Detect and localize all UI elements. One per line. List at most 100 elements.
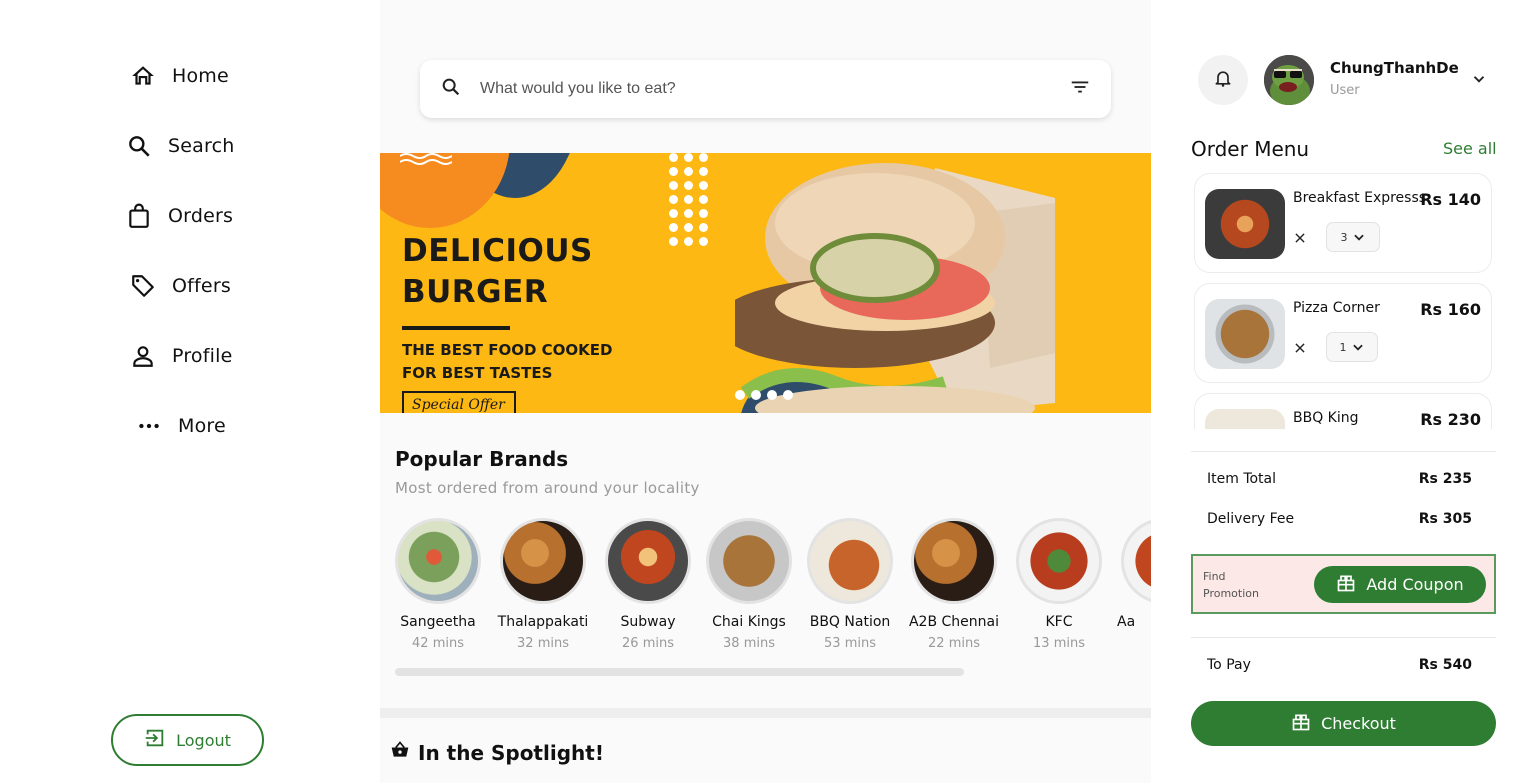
brand-image: [605, 518, 691, 604]
banner-subtitle-line: FOR BEST TASTES: [402, 364, 553, 382]
brand-image: [1016, 518, 1102, 604]
sidebar-item-search[interactable]: Search: [124, 128, 234, 164]
checkout-button[interactable]: Checkout: [1191, 701, 1496, 746]
close-icon[interactable]: [1293, 230, 1307, 249]
brand-image: [1121, 518, 1151, 604]
filter-icon[interactable]: [1069, 76, 1091, 102]
chevron-down-icon: [1353, 234, 1364, 241]
spotlight-header: In the Spotlight!: [390, 740, 604, 765]
to-pay-row: To Pay Rs 540: [1207, 657, 1472, 673]
order-item-image: [1205, 189, 1285, 259]
carousel-dot[interactable]: [751, 390, 761, 400]
banner-title-line: BURGER: [402, 274, 549, 310]
carousel-dot[interactable]: [767, 390, 777, 400]
order-item-price: Rs 230: [1420, 410, 1481, 429]
order-item-price: Rs 160: [1420, 300, 1481, 319]
brand-card[interactable]: Sangeetha 42 mins: [383, 518, 493, 651]
order-item-image: [1205, 409, 1285, 429]
brand-image: [807, 518, 893, 604]
banner-title-line: DELICIOUS: [402, 233, 593, 269]
tag-icon: [128, 271, 158, 301]
sidebar-item-label: Home: [172, 65, 229, 87]
carousel-dot[interactable]: [735, 390, 745, 400]
brand-time: 38 mins: [723, 636, 775, 651]
brand-name: Aa: [1117, 614, 1136, 630]
shopping-bag-icon: [124, 201, 154, 231]
brand-name: Sangeetha: [400, 614, 476, 630]
search-icon[interactable]: [440, 76, 462, 102]
brand-card[interactable]: Chai Kings 38 mins: [694, 518, 804, 651]
brand-card[interactable]: Subway 26 mins: [593, 518, 703, 651]
chevron-down-icon[interactable]: [1470, 70, 1488, 92]
brand-name: Subway: [620, 614, 676, 630]
brand-time: 13 mins: [1033, 636, 1085, 651]
brands-scrollbar[interactable]: [395, 668, 964, 676]
promotion-box: Find Promotion Add Coupon: [1191, 554, 1496, 614]
brand-image: [395, 518, 481, 604]
sidebar: Home Search Orders Offers Profile More L…: [0, 0, 380, 783]
brand-image: [500, 518, 586, 604]
to-pay-value: Rs 540: [1418, 657, 1472, 673]
popular-brands-subtitle: Most ordered from around your locality: [395, 479, 700, 497]
checkout-label: Checkout: [1321, 714, 1396, 733]
brand-time: 22 mins: [928, 636, 980, 651]
avatar[interactable]: [1264, 55, 1314, 105]
sidebar-item-label: Search: [168, 135, 235, 157]
order-item-name: Breakfast Expresss: [1293, 190, 1427, 206]
delivery-fee-value: Rs 305: [1418, 511, 1472, 527]
sidebar-item-label: More: [178, 415, 226, 437]
sidebar-item-label: Profile: [172, 345, 233, 367]
brand-card[interactable]: Thalappakati 32 mins: [488, 518, 598, 651]
order-item-price: Rs 140: [1420, 190, 1481, 209]
sidebar-item-orders[interactable]: Orders: [124, 198, 233, 234]
add-coupon-button[interactable]: Add Coupon: [1314, 566, 1486, 603]
person-icon: [128, 341, 158, 371]
summary-divider: [1191, 451, 1496, 452]
brand-card[interactable]: BBQ Nation 53 mins: [795, 518, 905, 651]
brand-time: 32 mins: [517, 636, 569, 651]
item-total-value: Rs 235: [1418, 471, 1472, 487]
carousel-dot[interactable]: [783, 390, 793, 400]
brand-card[interactable]: A2B Chennai 22 mins: [899, 518, 1009, 651]
search-input[interactable]: [480, 80, 1069, 98]
brand-name: A2B Chennai: [908, 614, 999, 630]
popular-brands-title: Popular Brands: [395, 447, 569, 471]
delivery-fee-row: Delivery Fee Rs 305: [1207, 511, 1472, 527]
section-divider: [380, 708, 1151, 718]
basket-icon: [390, 740, 410, 765]
sidebar-item-home[interactable]: Home: [128, 58, 229, 94]
find-promotion-label: Find Promotion: [1203, 570, 1259, 600]
logout-button[interactable]: Logout: [111, 714, 264, 766]
order-item: Breakfast Expresss Rs 140 3: [1194, 173, 1492, 273]
search-bar: [420, 60, 1111, 118]
delivery-fee-label: Delivery Fee: [1207, 511, 1295, 527]
item-total-row: Item Total Rs 235: [1207, 471, 1472, 487]
spotlight-title: In the Spotlight!: [418, 740, 604, 765]
notification-button[interactable]: [1198, 55, 1248, 105]
see-all-link[interactable]: See all: [1443, 139, 1497, 158]
sidebar-item-offers[interactable]: Offers: [128, 268, 231, 304]
chevron-down-icon: [1352, 344, 1363, 351]
brands-carousel: Sangeetha 42 mins Thalappakati 32 mins S…: [380, 518, 1151, 658]
brand-time: 26 mins: [622, 636, 674, 651]
promo-banner[interactable]: DELICIOUS BURGER THE BEST FOOD COOKED FO…: [380, 153, 1151, 413]
order-menu-title: Order Menu: [1191, 137, 1310, 161]
banner-subtitle: THE BEST FOOD COOKED FOR BEST TASTES: [402, 339, 612, 385]
sidebar-item-label: Offers: [172, 275, 231, 297]
logout-icon: [144, 727, 166, 753]
brand-card[interactable]: KFC 13 mins: [1004, 518, 1114, 651]
order-item-name: Pizza Corner: [1293, 300, 1380, 316]
sidebar-item-more[interactable]: More: [134, 408, 226, 444]
user-name: ChungThanhDe: [1330, 59, 1459, 77]
quantity-select[interactable]: 3: [1326, 222, 1380, 252]
sidebar-item-label: Orders: [168, 205, 234, 227]
quantity-select[interactable]: 1: [1326, 332, 1378, 362]
gift-icon: [1336, 573, 1356, 597]
close-icon[interactable]: [1293, 340, 1307, 359]
quantity-value: 1: [1339, 340, 1347, 354]
brand-card[interactable]: Aa: [1109, 518, 1151, 636]
sidebar-item-profile[interactable]: Profile: [128, 338, 232, 374]
home-icon: [128, 61, 158, 91]
brand-name: BBQ Nation: [809, 614, 891, 630]
order-item-image: [1205, 299, 1285, 369]
